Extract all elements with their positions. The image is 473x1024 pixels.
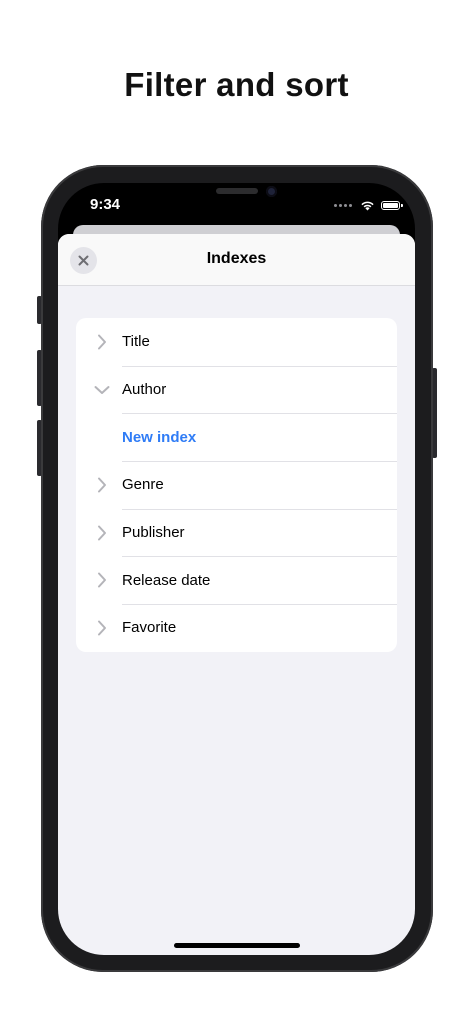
list-item-release-date[interactable]: Release date (76, 556, 397, 604)
list-item-label: Title (122, 333, 150, 351)
chevron-right-icon (94, 334, 110, 350)
new-index-button[interactable]: New index (76, 413, 397, 461)
close-button[interactable] (70, 247, 97, 274)
chevron-right-icon (94, 620, 110, 636)
list-item-author[interactable]: Author (76, 365, 397, 414)
front-camera (266, 186, 277, 197)
headline: Filter and sort (124, 66, 349, 103)
list-item-label: Favorite (122, 619, 177, 637)
new-index-label: New index (122, 428, 197, 446)
chevron-right-icon (94, 572, 110, 588)
chevron-right-icon (94, 477, 110, 493)
wifi-icon (361, 201, 374, 210)
list-item-title[interactable]: Title (76, 318, 397, 366)
list-item-label: Publisher (122, 524, 185, 542)
list-item-label: Release date (122, 571, 211, 589)
battery-icon (381, 200, 403, 210)
sheet-title: Indexes (206, 250, 267, 267)
navigation-bar: Indexes (58, 234, 415, 286)
list-item-label: Genre (122, 476, 164, 494)
indexes-list: Title Author New index Genre Publisher R… (76, 318, 397, 652)
speaker-grille (216, 188, 258, 194)
status-time: 9:34 (90, 196, 121, 213)
chevron-down-icon (94, 382, 110, 398)
list-item-publisher[interactable]: Publisher (76, 508, 397, 557)
chevron-right-icon (94, 525, 110, 541)
signal-dots-icon (334, 203, 352, 207)
list-item-label: Author (122, 381, 167, 399)
status-icons (334, 196, 403, 214)
close-icon (78, 255, 89, 266)
app-store-screenshot: Filter and sort 9:34 Indexes Title Autho… (0, 0, 473, 1024)
home-indicator[interactable] (174, 943, 300, 948)
indexes-sheet: Indexes Title Author New index Genre Pub… (58, 234, 415, 955)
list-item-genre[interactable]: Genre (76, 461, 397, 509)
list-item-favorite[interactable]: Favorite (76, 604, 397, 652)
